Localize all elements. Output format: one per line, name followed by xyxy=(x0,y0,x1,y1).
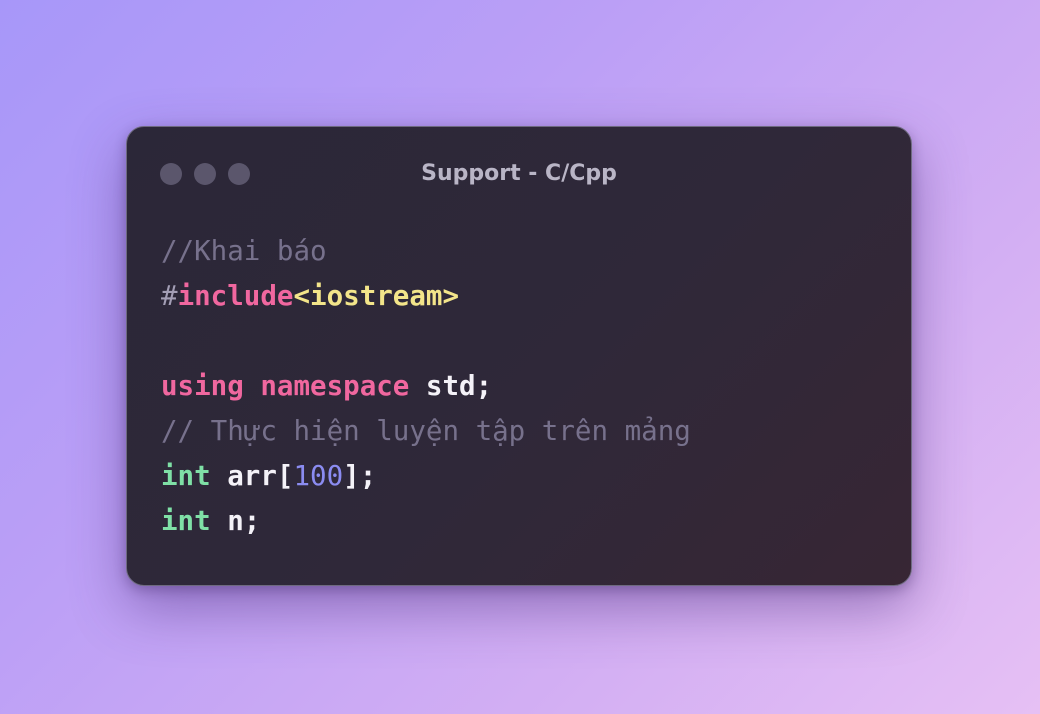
code-line: int n; xyxy=(161,499,691,544)
code-token-plain: n; xyxy=(210,505,261,537)
window-title: Support - C/Cpp xyxy=(421,161,617,186)
code-token-type: int xyxy=(161,505,211,537)
code-token-header: <iostream> xyxy=(293,280,460,312)
canvas-background: { "window": { "title": "Support - C/Cpp"… xyxy=(0,0,1040,714)
code-token-comment: // Thực hiện luyện tập trên mảng xyxy=(161,415,691,447)
code-token-hash: # xyxy=(161,280,178,312)
code-window: Support - C/Cpp //Khai báo #include<iostr… xyxy=(126,126,912,586)
code-line: int arr[100]; xyxy=(161,454,691,499)
code-token-keyword: namespace xyxy=(260,370,410,402)
code-line: using namespace std; xyxy=(161,364,691,409)
code-token-plain: arr[ xyxy=(210,460,294,492)
code-token-comment: //Khai báo xyxy=(161,235,327,267)
code-token-keyword: using xyxy=(161,370,244,402)
code-token-number: 100 xyxy=(293,460,344,492)
code-token-type: int xyxy=(161,460,211,492)
window-titlebar: Support - C/Cpp xyxy=(127,127,911,223)
code-line: //Khai báo xyxy=(161,229,691,274)
code-token-keyword: include xyxy=(177,280,294,312)
code-token-plain: std; xyxy=(409,370,493,402)
code-block: //Khai báo #include<iostream> using namesp… xyxy=(161,229,691,544)
code-line: // Thực hiện luyện tập trên mảng xyxy=(161,409,691,454)
code-token-plain: ]; xyxy=(343,460,377,492)
code-line: #include<iostream> xyxy=(161,274,691,319)
